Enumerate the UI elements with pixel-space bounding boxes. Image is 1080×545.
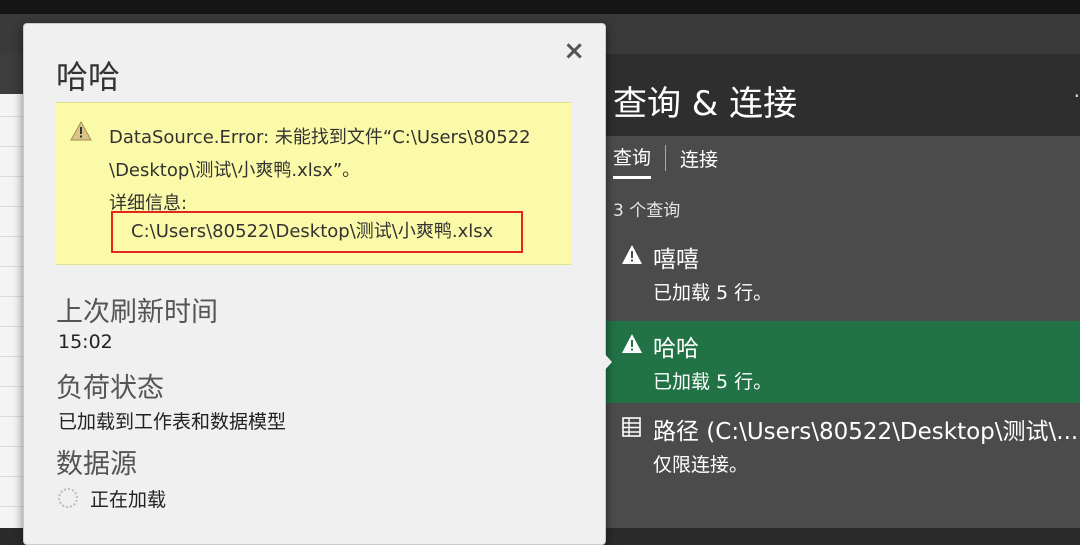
- close-icon[interactable]: ×: [563, 38, 585, 64]
- flyout-pointer: [603, 352, 612, 372]
- tab-queries[interactable]: 查询: [613, 143, 652, 179]
- tab-connections[interactable]: 连接: [680, 145, 718, 178]
- warning-icon: [70, 121, 92, 141]
- error-text-line2: \Desktop\测试\小爽鸭.xlsx”。: [109, 160, 361, 181]
- query-count: 3 个查询: [613, 201, 681, 221]
- warning-icon: [622, 245, 642, 264]
- title-bar: [0, 0, 1080, 14]
- table-icon: [622, 417, 641, 437]
- last-refresh-label: 上次刷新时间: [56, 297, 218, 328]
- error-text-line1: DataSource.Error: 未能找到文件“C:\Users\80522: [109, 127, 531, 148]
- query-status: 已加载 5 行。: [653, 371, 773, 393]
- loading-spinner-icon: [58, 488, 78, 508]
- pane-tabs: 查询 连接: [613, 143, 718, 179]
- load-status-value: 已加载到工作表和数据模型: [58, 411, 287, 433]
- warning-icon: [622, 334, 642, 353]
- query-details-flyout: × 哈哈 DataSource.Error: 未能找到文件“C:\Users\8…: [23, 23, 606, 545]
- tab-divider: [665, 145, 667, 171]
- pane-header: 查询 & 连接 ·: [605, 54, 1080, 136]
- query-name: 嘻嘻: [653, 247, 699, 273]
- query-item-xixi[interactable]: 嘻嘻 已加载 5 行。: [605, 232, 1080, 314]
- query-status: 已加载 5 行。: [653, 282, 773, 304]
- query-name: 路径 (C:\Users\80522\Desktop\测试\...: [653, 419, 1079, 445]
- query-item-haha[interactable]: 哈哈 已加载 5 行。: [605, 321, 1080, 403]
- pane-options-button[interactable]: ·: [1074, 84, 1080, 108]
- query-item-path[interactable]: 路径 (C:\Users\80522\Desktop\测试\... 仅限连接。: [605, 404, 1080, 486]
- queries-connections-pane: 查询 & 连接 · 查询 连接 3 个查询 嘻嘻 已加载 5 行。 哈哈 已加载…: [605, 54, 1080, 528]
- flyout-title: 哈哈: [56, 58, 121, 96]
- load-status-label: 负荷状态: [56, 373, 164, 404]
- query-name: 哈哈: [653, 336, 699, 362]
- query-status: 仅限连接。: [653, 454, 749, 476]
- pane-title: 查询 & 连接: [613, 84, 798, 124]
- error-file-path: C:\Users\80522\Desktop\测试\小爽鸭.xlsx: [111, 211, 523, 253]
- error-message-box: DataSource.Error: 未能找到文件“C:\Users\80522 …: [56, 102, 571, 265]
- last-refresh-value: 15:02: [58, 331, 113, 353]
- data-source-label: 数据源: [56, 449, 137, 480]
- data-source-value: 正在加载: [90, 489, 167, 511]
